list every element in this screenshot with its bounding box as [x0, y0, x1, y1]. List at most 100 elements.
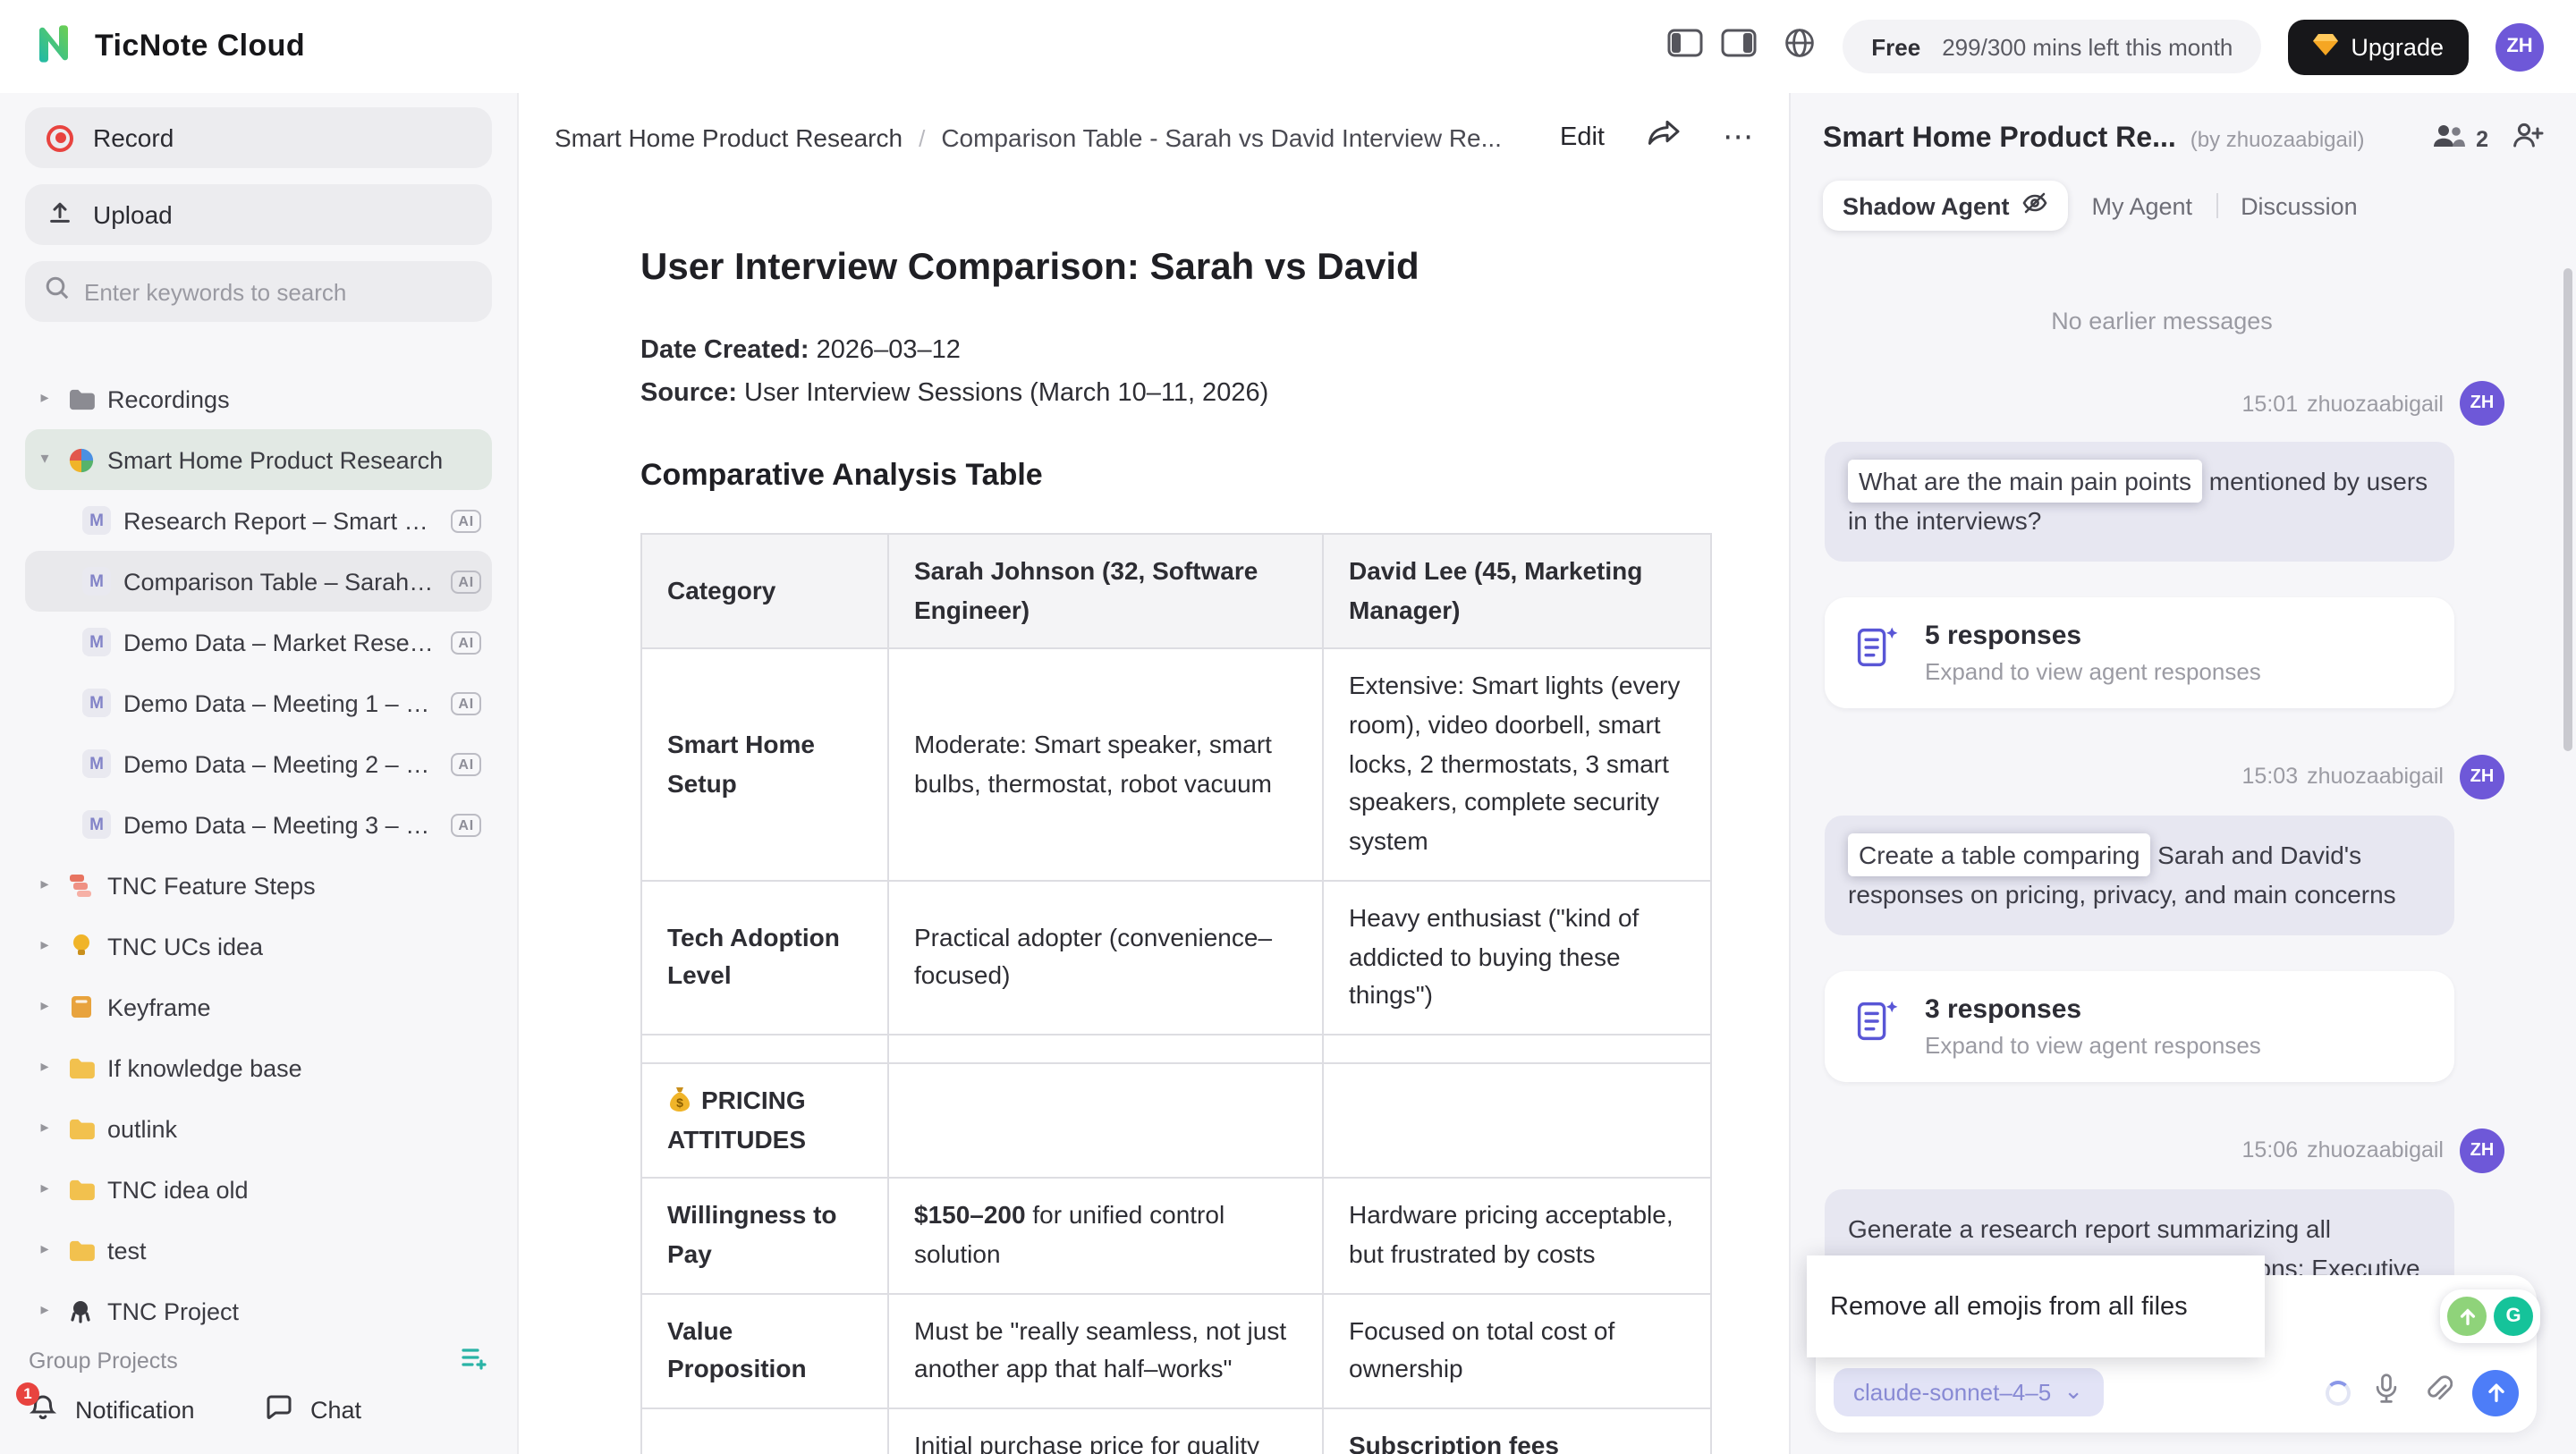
chevron-right-icon[interactable]: ▸: [36, 876, 54, 894]
record-icon: [47, 124, 73, 151]
chat-bubble-icon: [264, 1392, 292, 1426]
chat-button[interactable]: Chat: [264, 1392, 499, 1426]
chevron-right-icon[interactable]: ▸: [36, 998, 54, 1016]
loading-spinner-icon: [2326, 1380, 2351, 1405]
message-time: 15:03: [2242, 765, 2299, 790]
user-message: What are the main pain points mentioned …: [1825, 442, 2454, 562]
project-icon: [66, 1297, 95, 1325]
sidebar-item-comparison-table[interactable]: M Comparison Table – Sarah v... AI: [25, 551, 492, 612]
model-selector[interactable]: claude-sonnet–4–5 ⌄: [1834, 1368, 2103, 1416]
comparison-table: Category Sarah Johnson (32, Software Eng…: [640, 533, 1712, 1454]
app-logo[interactable]: TicNote Cloud: [32, 19, 305, 74]
sidebar-item-tnc-project[interactable]: ▸ TNC Project: [25, 1281, 492, 1341]
table-cell: Practical adopter (convenience–focused): [888, 881, 1323, 1035]
sidebar-item-smart-home-project[interactable]: ▾ Smart Home Product Research: [25, 429, 492, 490]
lightbulb-icon: [66, 932, 95, 960]
tab-discussion[interactable]: Discussion: [2241, 192, 2358, 219]
table-cell: Heavy enthusiast ("kind of addicted to b…: [1323, 881, 1711, 1035]
table-cell: Focused on total cost of ownership: [1323, 1293, 1711, 1408]
upgrade-button[interactable]: Upgrade: [2288, 19, 2469, 74]
sidebar-item-recordings[interactable]: ▸ Recordings: [25, 368, 492, 429]
share-icon[interactable]: [1648, 119, 1680, 156]
chevron-right-icon[interactable]: ▸: [36, 1120, 54, 1137]
upload-icon: [47, 199, 73, 231]
collaborators-count: 2: [2476, 127, 2488, 152]
project-pinwheel-icon: [66, 445, 95, 474]
microphone-icon[interactable]: [2370, 1371, 2402, 1414]
chevron-right-icon[interactable]: ▸: [36, 1302, 54, 1320]
sidebar-item-tnc-feature-steps[interactable]: ▸ TNC Feature Steps: [25, 855, 492, 916]
eye-off-icon[interactable]: [2022, 191, 2049, 220]
user-avatar[interactable]: ZH: [2496, 22, 2544, 71]
table-cell: [888, 1035, 1323, 1063]
tab-shadow-agent[interactable]: Shadow Agent: [1823, 181, 2069, 231]
sidebar-search[interactable]: [25, 261, 492, 322]
collaborators-icon[interactable]: [2431, 123, 2467, 156]
sidebar-item-demo-meeting-2[interactable]: M Demo Data – Meeting 2 – U... AI: [25, 733, 492, 794]
panel-scrollbar[interactable]: [2563, 268, 2572, 751]
user-message: Create a table comparing Sarah and David…: [1825, 816, 2454, 935]
table-cell: [641, 1035, 888, 1063]
record-button[interactable]: Record: [25, 107, 492, 168]
chevron-right-icon[interactable]: ▸: [36, 1059, 54, 1077]
toggle-left-panel-icon[interactable]: [1667, 28, 1703, 65]
sidebar-item-tnc-idea-old[interactable]: ▸ TNC idea old: [25, 1159, 492, 1220]
table-header-row: Category Sarah Johnson (32, Software Eng…: [641, 534, 1711, 649]
assistant-arrow-icon[interactable]: [2447, 1297, 2487, 1336]
markdown-file-icon: M: [82, 810, 111, 839]
tree-item-label: TNC Project: [107, 1298, 239, 1324]
sidebar-item-if-knowledge-base[interactable]: ▸ If knowledge base: [25, 1037, 492, 1098]
more-options-icon[interactable]: ⋯: [1723, 123, 1753, 153]
table-cell: Initial purchase price for quality: [888, 1408, 1323, 1454]
chevron-right-icon[interactable]: ▸: [36, 1241, 54, 1259]
search-input[interactable]: [84, 278, 472, 305]
tree-item-label: Demo Data – Meeting 2 – U...: [123, 750, 435, 777]
group-projects-label: Group Projects: [29, 1348, 178, 1373]
sidebar-item-outlink[interactable]: ▸ outlink: [25, 1098, 492, 1159]
sidebar-item-test[interactable]: ▸ test: [25, 1220, 492, 1281]
notification-label: Notification: [75, 1396, 195, 1423]
tree-item-label: Comparison Table – Sarah v...: [123, 568, 435, 595]
grammarly-icon[interactable]: G: [2494, 1297, 2533, 1336]
column-header: Sarah Johnson (32, Software Engineer): [888, 534, 1323, 649]
notification-button[interactable]: 1 Notification: [29, 1392, 264, 1426]
agent-responses-icon: [1852, 996, 1902, 1055]
record-label: Record: [93, 123, 174, 152]
tree-item-label: Demo Data – Meeting 1 – U...: [123, 689, 435, 716]
responses-card[interactable]: 3 responses Expand to view agent respons…: [1825, 970, 2454, 1081]
chevron-right-icon[interactable]: ▸: [36, 1180, 54, 1198]
sidebar-item-demo-market[interactable]: M Demo Data – Market Resea... AI: [25, 612, 492, 672]
sidebar-item-demo-meeting-3[interactable]: M Demo Data – Meeting 3 – In... AI: [25, 794, 492, 855]
toggle-right-panel-icon[interactable]: [1721, 28, 1757, 65]
model-name: claude-sonnet–4–5: [1853, 1379, 2051, 1406]
markdown-file-icon: M: [82, 628, 111, 656]
chevron-right-icon[interactable]: ▸: [36, 390, 54, 408]
sidebar-bottom-bar: 1 Notification Chat: [29, 1382, 499, 1436]
breadcrumb-root[interactable]: Smart Home Product Research: [555, 123, 902, 152]
responses-card[interactable]: 5 responses Expand to view agent respons…: [1825, 597, 2454, 708]
add-person-icon[interactable]: [2512, 122, 2544, 157]
tree-item-label: If knowledge base: [107, 1054, 302, 1081]
language-globe-icon[interactable]: [1784, 26, 1816, 67]
send-button[interactable]: [2472, 1369, 2519, 1416]
tab-label: Shadow Agent: [1843, 192, 2010, 219]
chevron-right-icon[interactable]: ▸: [36, 937, 54, 955]
sidebar-tree: ▸ Recordings ▾ Smart Home Product Resear…: [25, 368, 492, 1341]
notebook-icon: [66, 993, 95, 1021]
tree-item-label: test: [107, 1237, 147, 1264]
no-earlier-messages: No earlier messages: [2051, 308, 2273, 334]
group-list-icon[interactable]: [460, 1345, 488, 1375]
tab-my-agent[interactable]: My Agent: [2092, 192, 2193, 219]
chevron-down-icon[interactable]: ▾: [36, 451, 54, 469]
tab-divider: [2216, 193, 2217, 218]
edit-button[interactable]: Edit: [1560, 123, 1605, 152]
sidebar-item-keyframe[interactable]: ▸ Keyframe: [25, 976, 492, 1037]
responses-hint: Expand to view agent responses: [1925, 658, 2261, 685]
attachment-icon[interactable]: [2422, 1372, 2453, 1413]
sidebar-item-tnc-ucs-idea[interactable]: ▸ TNC UCs idea: [25, 916, 492, 976]
ai-badge: AI: [451, 570, 481, 593]
sidebar-item-research-report[interactable]: M Research Report – Smart H... AI: [25, 490, 492, 551]
upload-button[interactable]: Upload: [25, 184, 492, 245]
composer-typed-text[interactable]: Remove all emojis from all files: [1807, 1255, 2265, 1357]
sidebar-item-demo-meeting-1[interactable]: M Demo Data – Meeting 1 – U... AI: [25, 672, 492, 733]
